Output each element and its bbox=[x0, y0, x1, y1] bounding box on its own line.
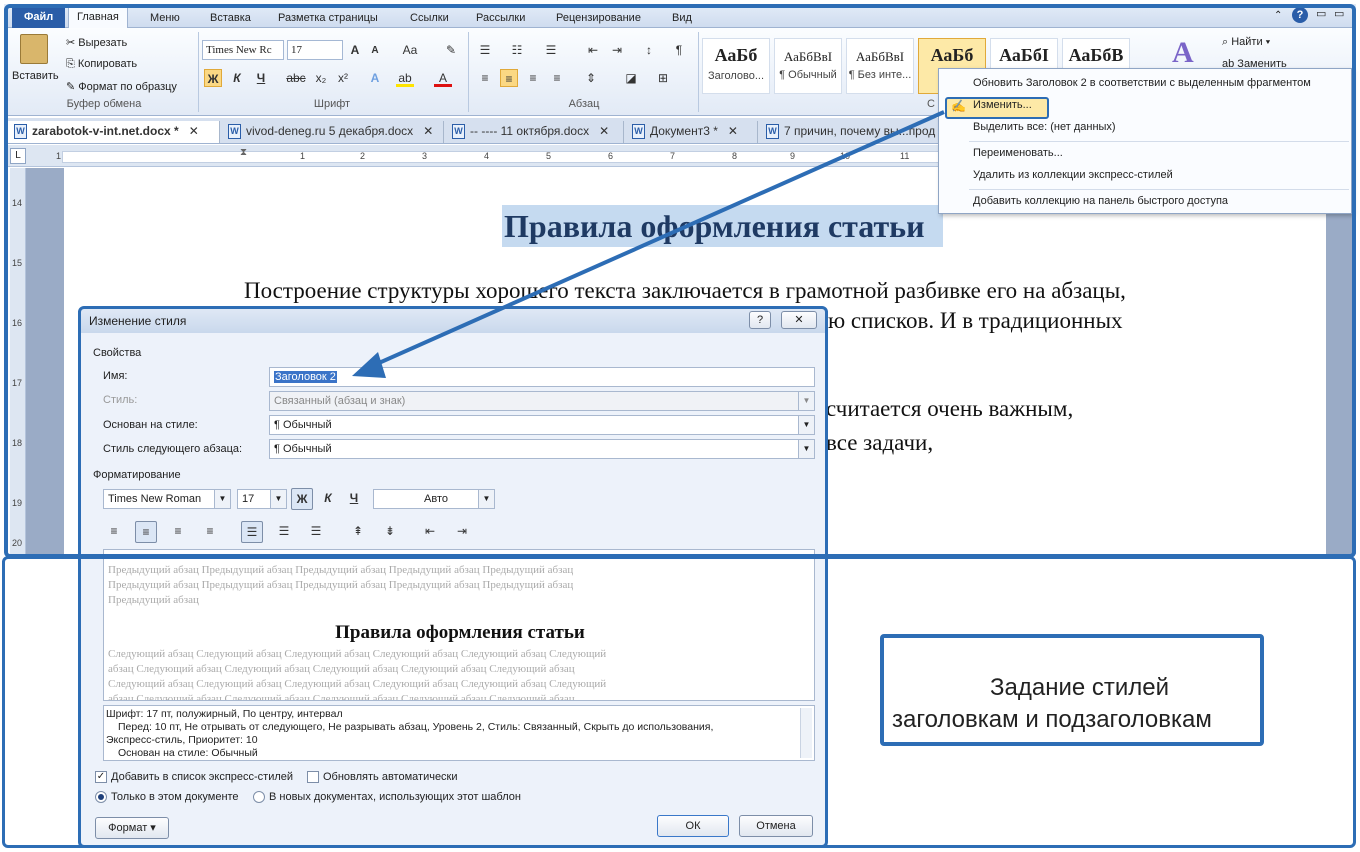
callout-line: Задание стилей bbox=[990, 674, 1170, 701]
callout-line: заголовкам и подзаголовкам bbox=[892, 706, 1212, 733]
annotation-callout: Задание стилей заголовкам и подзаголовка… bbox=[880, 634, 1264, 746]
